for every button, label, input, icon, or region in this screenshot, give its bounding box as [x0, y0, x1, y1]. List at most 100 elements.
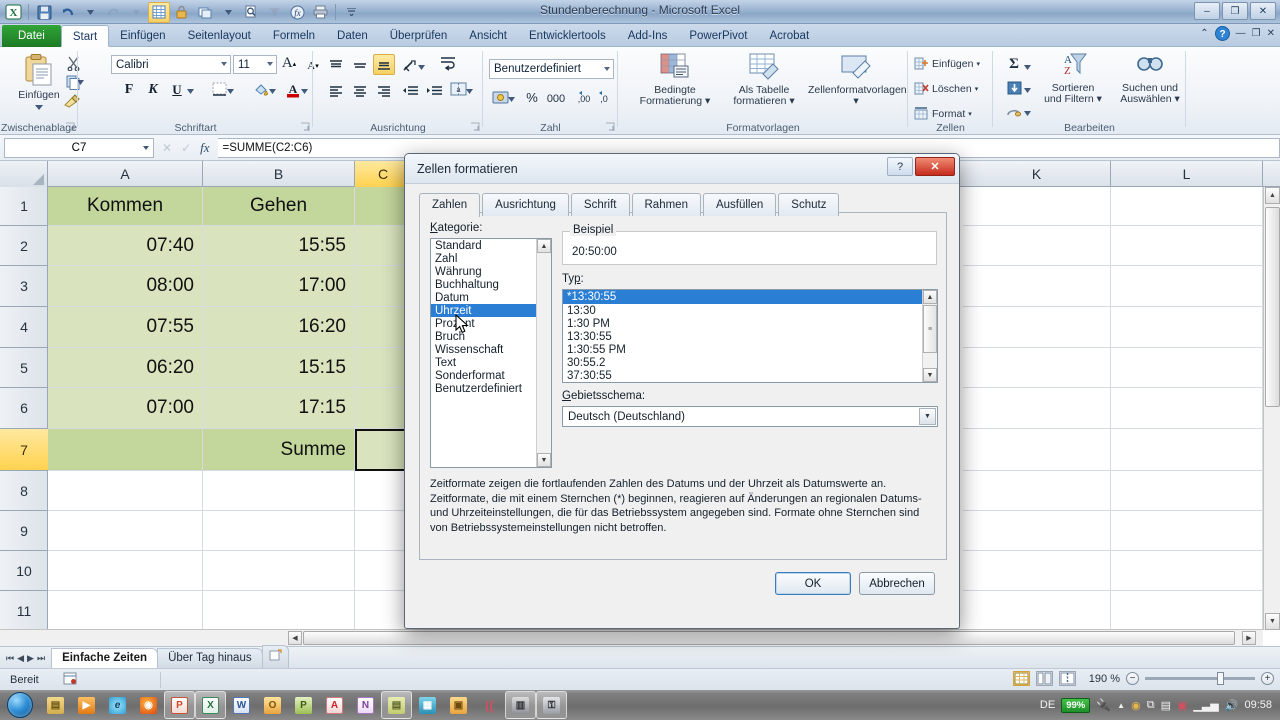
- align-middle-button[interactable]: [349, 55, 371, 76]
- taskbar-item-publisher[interactable]: P: [288, 691, 319, 719]
- cell-b3[interactable]: 17:00: [203, 266, 355, 307]
- close-button[interactable]: ✕: [1250, 2, 1276, 20]
- help-icon[interactable]: ?: [1214, 26, 1230, 41]
- underline-button[interactable]: U: [166, 79, 188, 100]
- cell-b9[interactable]: [203, 511, 355, 551]
- taskbar-item-firefox[interactable]: ◉: [133, 691, 164, 719]
- taskbar-item-excel[interactable]: X: [195, 691, 226, 719]
- sheet-tab-ueber-tag-hinaus[interactable]: Über Tag hinaus: [157, 648, 263, 668]
- row-header-8[interactable]: 8: [0, 471, 48, 511]
- normal-view-button[interactable]: [1013, 671, 1030, 686]
- row-header-7[interactable]: 7: [0, 429, 48, 471]
- taskbar-item-powerpoint[interactable]: P: [164, 691, 195, 719]
- clear-dropdown-icon[interactable]: [1023, 103, 1031, 124]
- cell-k3[interactable]: [963, 266, 1111, 307]
- cell-b7[interactable]: Summe: [203, 429, 355, 471]
- row-header-6[interactable]: 6: [0, 388, 48, 429]
- locale-dropdown-icon[interactable]: ▼: [919, 408, 936, 425]
- wrap-text-button[interactable]: [437, 53, 459, 74]
- font-name-combo[interactable]: Calibri: [111, 55, 231, 74]
- power-plug-icon[interactable]: 🔌: [1096, 698, 1111, 712]
- align-left-button[interactable]: [325, 80, 347, 101]
- cell-b11[interactable]: [203, 591, 355, 631]
- category-item-prozent[interactable]: Prozent: [431, 317, 537, 330]
- sort-filter-dropdown-icon[interactable]: ▾: [1094, 93, 1102, 105]
- type-item-4[interactable]: 1:30:55 PM: [563, 343, 923, 356]
- taskbar-item-notes[interactable]: ▤: [381, 691, 412, 719]
- sort-filter-button[interactable]: A Z Sortieren und Filtern ▾: [1035, 52, 1111, 105]
- zoom-out-button[interactable]: −: [1126, 672, 1139, 685]
- locale-combo[interactable]: Deutsch (Deutschland) ▼: [562, 406, 938, 427]
- collapse-ribbon-icon[interactable]: ⌃: [1200, 28, 1208, 39]
- next-sheet-icon[interactable]: ▶: [27, 653, 34, 664]
- column-header-k[interactable]: K: [963, 161, 1111, 187]
- minimize-window-icon[interactable]: —: [1236, 28, 1246, 39]
- align-center-button[interactable]: [349, 80, 371, 101]
- horizontal-scrollbar[interactable]: ◀ ▶: [0, 629, 1263, 646]
- tab-start[interactable]: Start: [60, 25, 110, 47]
- cell-b2[interactable]: 15:55: [203, 226, 355, 266]
- taskbar-item-explorer[interactable]: ▤: [40, 691, 71, 719]
- tab-daten[interactable]: Daten: [326, 25, 379, 47]
- category-item-waehrung[interactable]: Währung: [431, 265, 537, 278]
- borders-dropdown-icon[interactable]: [226, 81, 234, 102]
- first-sheet-icon[interactable]: ⏮: [6, 653, 14, 664]
- number-format-combo[interactable]: Benutzerdefiniert: [489, 59, 614, 79]
- type-scroll-thumb[interactable]: ≡: [923, 305, 937, 353]
- insert-cells-button[interactable]: Einfügen ▾: [914, 57, 980, 71]
- select-all-corner[interactable]: [0, 161, 48, 187]
- type-item-5[interactable]: 30:55.2: [563, 356, 923, 369]
- cell-k9[interactable]: [963, 511, 1111, 551]
- row-header-1[interactable]: 1: [0, 187, 48, 226]
- category-item-benutzerdefiniert[interactable]: Benutzerdefiniert: [431, 382, 537, 395]
- scroll-up-arrow[interactable]: ▲: [1265, 187, 1280, 204]
- insert-function-icon[interactable]: fx: [200, 140, 209, 156]
- cell-l8[interactable]: [1111, 471, 1263, 511]
- currency-dropdown-icon[interactable]: [507, 89, 515, 110]
- row-header-2[interactable]: 2: [0, 226, 48, 266]
- zoom-level-label[interactable]: 190 %: [1082, 673, 1120, 685]
- tab-einfuegen[interactable]: Einfügen: [109, 25, 176, 47]
- cell-l5[interactable]: [1111, 348, 1263, 388]
- cell-styles-dropdown-icon[interactable]: ▾: [808, 96, 904, 107]
- cell-k5[interactable]: [963, 348, 1111, 388]
- italic-button[interactable]: K: [142, 79, 164, 100]
- dialog-tab-rahmen[interactable]: Rahmen: [631, 193, 701, 216]
- category-item-datum[interactable]: Datum: [431, 291, 537, 304]
- fill-series-dropdown-icon[interactable]: [1023, 80, 1031, 101]
- dialog-close-button[interactable]: ✕: [915, 157, 955, 176]
- category-listbox[interactable]: Standard Zahl Währung Buchhaltung Datum …: [430, 238, 552, 468]
- category-scroll-up-arrow[interactable]: ▲: [537, 239, 551, 253]
- insert-sheet-button[interactable]: [261, 645, 289, 668]
- type-scroll-down-arrow[interactable]: ▼: [923, 368, 937, 382]
- type-listbox[interactable]: *13:30:55 13:30 1:30 PM 13:30:55 1:30:55…: [562, 289, 938, 383]
- volume-mute-icon[interactable]: ▣: [1177, 699, 1187, 712]
- dialog-window-controls[interactable]: ? ✕: [887, 157, 955, 176]
- align-top-button[interactable]: [325, 55, 347, 76]
- percent-button[interactable]: %: [521, 87, 543, 108]
- cell-l3[interactable]: [1111, 266, 1263, 307]
- merge-dropdown-icon[interactable]: [465, 81, 473, 102]
- align-right-button[interactable]: [373, 80, 395, 101]
- sheet-nav-buttons[interactable]: ⏮ ◀ ▶ ⏭: [0, 653, 51, 668]
- cell-b1[interactable]: Gehen: [203, 187, 355, 226]
- accept-formula-icon[interactable]: ✓: [181, 141, 191, 155]
- cell-k2[interactable]: [963, 226, 1111, 266]
- network-share-icon[interactable]: ⧉: [1147, 699, 1155, 712]
- column-header-a[interactable]: A: [48, 161, 203, 187]
- cell-b8[interactable]: [203, 471, 355, 511]
- dialog-ok-button[interactable]: OK: [775, 572, 851, 595]
- tab-addins[interactable]: Add-Ins: [617, 25, 679, 47]
- dialog-tabs[interactable]: Zahlen Ausrichtung Schrift Rahmen Ausfül…: [419, 192, 841, 217]
- restore-window-icon[interactable]: ❐: [1252, 28, 1261, 39]
- category-item-sonderformat[interactable]: Sonderformat: [431, 369, 537, 382]
- windows-start-button[interactable]: [0, 691, 40, 719]
- signal-icon[interactable]: ▁▃▅: [1193, 699, 1218, 712]
- cell-a4[interactable]: 07:55: [48, 307, 203, 348]
- autosum-dropdown-icon[interactable]: [1023, 57, 1031, 78]
- delete-cells-dropdown-icon[interactable]: ▾: [975, 85, 979, 93]
- formula-bar-buttons[interactable]: ✕ ✓ fx: [154, 140, 218, 156]
- cell-a7[interactable]: [48, 429, 203, 471]
- row-header-3[interactable]: 3: [0, 266, 48, 307]
- find-select-button[interactable]: Suchen und Auswählen ▾: [1113, 52, 1187, 105]
